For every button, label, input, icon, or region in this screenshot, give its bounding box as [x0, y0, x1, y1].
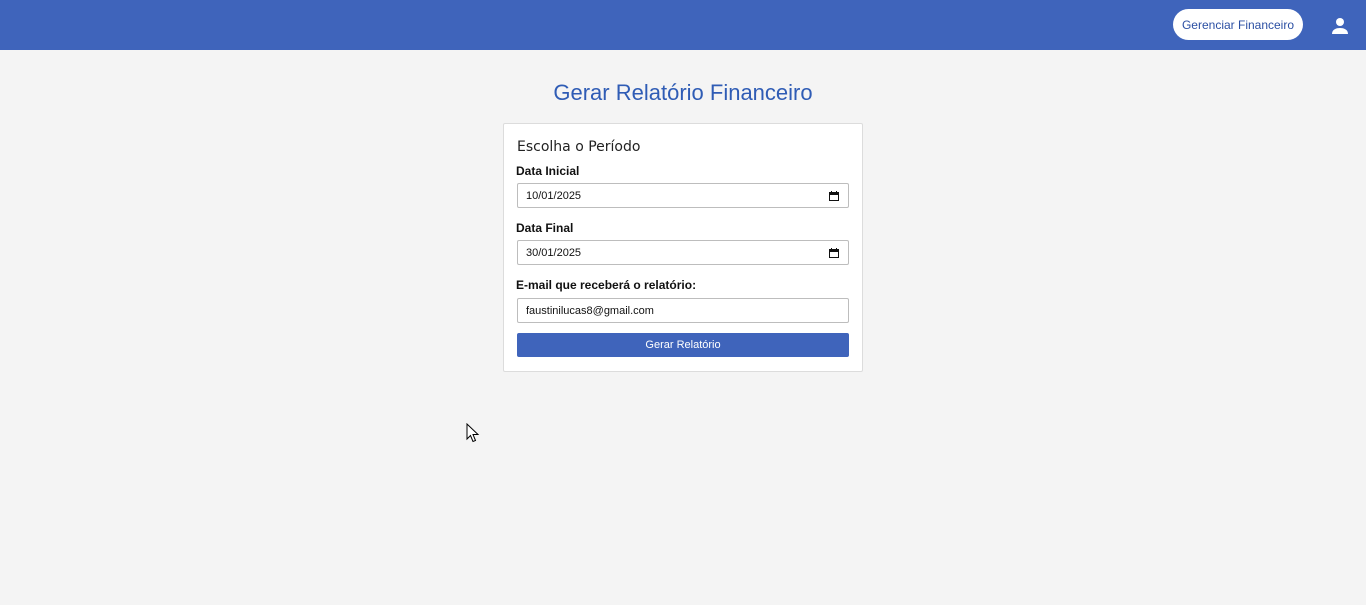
mouse-cursor-icon: [466, 423, 480, 443]
end-date-label: Data Final: [516, 221, 574, 235]
start-date-input[interactable]: 10/01/2025: [517, 183, 849, 208]
email-field[interactable]: faustinilucas8@gmail.com: [517, 298, 849, 323]
calendar-icon[interactable]: [829, 191, 839, 201]
end-date-value: 30/01/2025: [526, 246, 582, 259]
end-date-input[interactable]: 30/01/2025: [517, 240, 849, 265]
email-label: E-mail que receberá o relatório:: [516, 278, 697, 292]
page-title: Gerar Relatório Financeiro: [553, 80, 813, 105]
person-icon[interactable]: [1328, 14, 1352, 38]
email-value: faustinilucas8@gmail.com: [526, 304, 654, 317]
generate-report-button[interactable]: Gerar Relatório: [517, 333, 849, 357]
start-date-value: 10/01/2025: [526, 189, 582, 202]
start-date-label: Data Inicial: [516, 164, 580, 178]
manage-finance-button[interactable]: Gerenciar Financeiro: [1173, 9, 1303, 40]
calendar-icon[interactable]: [829, 248, 839, 258]
top-navbar: Gerenciar Financeiro: [0, 0, 1366, 50]
section-title: Escolha o Período: [517, 139, 641, 155]
report-form-card: Escolha o Período Data Inicial 10/01/202…: [503, 123, 863, 372]
